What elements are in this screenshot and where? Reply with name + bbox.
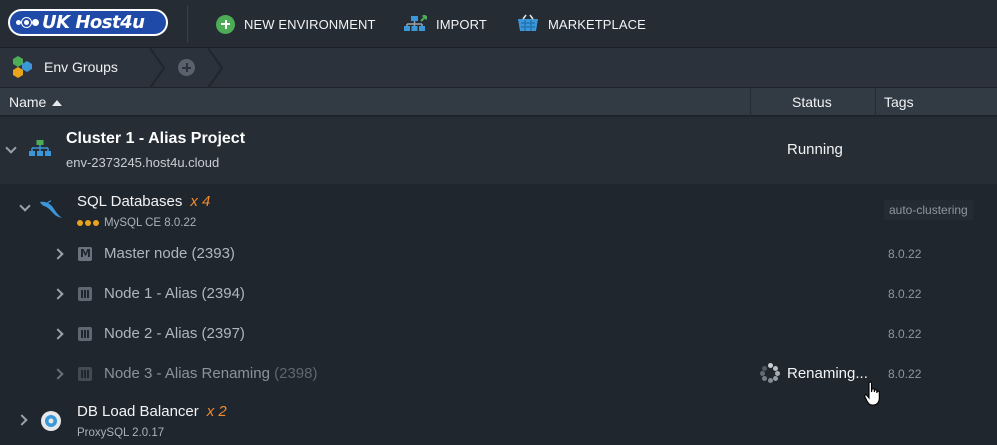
node-id: (2398)	[274, 365, 318, 382]
toolbar-divider	[187, 6, 188, 42]
node-status: Renaming...	[760, 363, 868, 383]
status-column-label: Status	[792, 94, 832, 110]
brand-logo[interactable]: UK Host4u	[8, 9, 168, 36]
node-count[interactable]: x 4	[190, 193, 210, 210]
group-name: DB Load Balancer	[77, 403, 199, 420]
node-icon	[78, 287, 92, 301]
group-title: DB Load Balancer x 2	[77, 403, 227, 420]
node-name-main: Node 3 - Alias Renaming	[104, 365, 270, 382]
node-row[interactable]: Node 2 - Alias (2397) 8.0.22	[0, 314, 997, 354]
topology-dots-icon	[77, 220, 99, 226]
node-version: 8.0.22	[888, 327, 922, 341]
environment-topology-icon	[29, 140, 51, 156]
node-name: Node 3 - Alias Renaming (2398)	[104, 365, 317, 382]
collapse-chevron-icon[interactable]	[19, 200, 31, 212]
group-title: SQL Databases x 4	[77, 193, 210, 210]
mysql-dolphin-icon	[40, 200, 62, 218]
node-icon	[78, 367, 92, 381]
breadcrumb-separator	[149, 48, 166, 88]
group-software-version: ProxySQL 2.0.17	[77, 427, 165, 439]
environment-row[interactable]: Cluster 1 - Alias Project env-2373245.ho…	[0, 117, 997, 184]
expand-chevron-icon[interactable]	[16, 414, 28, 426]
name-column-label: Name	[9, 94, 47, 110]
proxysql-icon	[41, 411, 61, 431]
env-groups-icon	[13, 56, 32, 78]
import-button[interactable]: IMPORT	[403, 12, 487, 36]
tags-column-header[interactable]: Tags	[884, 88, 914, 116]
column-divider[interactable]	[875, 88, 876, 116]
env-groups-label: Env Groups	[44, 59, 118, 75]
status-column-header[interactable]: Status	[792, 88, 832, 116]
tag-chip[interactable]: auto-clustering	[884, 200, 973, 220]
node-group-sql-databases[interactable]: SQL Databases x 4 MySQL CE 8.0.22 auto-c…	[0, 184, 997, 236]
expand-chevron-icon[interactable]	[52, 368, 64, 380]
node-icon	[78, 327, 92, 341]
expand-chevron-icon[interactable]	[52, 288, 64, 300]
node-row[interactable]: Master node (2393) 8.0.22	[0, 234, 997, 274]
node-group-db-load-balancer[interactable]: DB Load Balancer x 2 ProxySQL 2.0.17	[0, 394, 997, 445]
name-column-header[interactable]: Name	[9, 88, 63, 116]
node-version: 8.0.22	[888, 247, 922, 261]
env-groups-crumb[interactable]: Env Groups	[10, 55, 118, 79]
column-divider[interactable]	[750, 88, 751, 116]
add-group-icon[interactable]	[178, 59, 195, 76]
group-software-version: MySQL CE 8.0.22	[104, 217, 197, 229]
table-header: Name Status Tags	[0, 88, 997, 116]
node-row-renaming[interactable]: Node 3 - Alias Renaming (2398) Renaming.…	[0, 354, 997, 394]
collapse-chevron-icon[interactable]	[5, 142, 17, 154]
node-count[interactable]: x 2	[207, 403, 227, 420]
new-environment-label: NEW ENVIRONMENT	[244, 16, 376, 32]
environment-title[interactable]: Cluster 1 - Alias Project	[66, 130, 245, 148]
new-environment-button[interactable]: NEW ENVIRONMENT	[216, 12, 376, 36]
expand-chevron-icon[interactable]	[52, 248, 64, 260]
expand-chevron-icon[interactable]	[52, 328, 64, 340]
node-name: Node 2 - Alias (2397)	[104, 325, 245, 342]
node-version: 8.0.22	[888, 367, 922, 381]
environment-status: Running	[787, 141, 843, 158]
group-subtitle: MySQL CE 8.0.22	[77, 217, 196, 229]
marketplace-label: MARKETPLACE	[548, 16, 646, 32]
node-version: 8.0.22	[888, 287, 922, 301]
add-circle-icon	[216, 14, 235, 34]
loading-spinner-icon	[760, 363, 780, 383]
logo-dots-icon	[16, 18, 39, 27]
import-icon	[404, 15, 427, 31]
master-node-icon	[78, 247, 92, 261]
sort-ascending-icon	[52, 99, 63, 106]
tags-column-label: Tags	[884, 94, 914, 110]
group-name: SQL Databases	[77, 193, 183, 210]
hand-cursor-icon	[864, 381, 880, 406]
node-name: Master node (2393)	[104, 245, 235, 262]
node-row[interactable]: Node 1 - Alias (2394) 8.0.22	[0, 274, 997, 314]
breadcrumb: Env Groups	[0, 48, 997, 88]
logo-text: UK Host4u	[42, 12, 145, 33]
group-subtitle: ProxySQL 2.0.17	[77, 427, 164, 439]
environment-domain-link[interactable]: env-2373245.host4u.cloud	[66, 155, 219, 170]
marketplace-button[interactable]: MARKETPLACE	[517, 12, 646, 36]
renaming-status-label: Renaming...	[787, 364, 868, 382]
node-name: Node 1 - Alias (2394)	[104, 285, 245, 302]
basket-icon	[518, 14, 538, 31]
breadcrumb-separator-end	[207, 48, 224, 88]
top-toolbar: UK Host4u NEW ENVIRONMENT IMPORT MARKETP…	[0, 0, 997, 48]
import-label: IMPORT	[436, 16, 487, 32]
